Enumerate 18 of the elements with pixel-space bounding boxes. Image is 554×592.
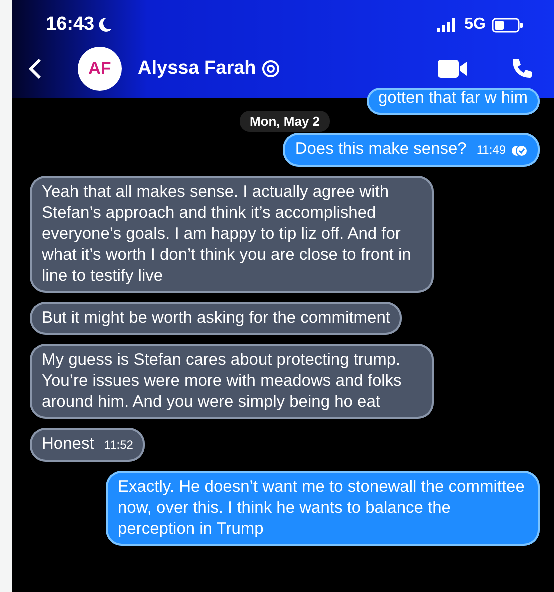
contact-name[interactable]: Alyssa Farah (138, 58, 256, 80)
message-bubble: Does this make sense? 11:49 (283, 133, 540, 167)
message-bubble: But it might be worth asking for the commitment (30, 302, 402, 335)
date-label: Mon, May 2 (240, 111, 330, 132)
avatar[interactable]: AF (78, 47, 122, 91)
back-button[interactable] (28, 58, 42, 80)
message-bubble: Yeah that all makes sense. I actually agree with Stefan’s approach and think it’s accomplished everyone’s goals. I am happy to tip liz off. And for what it’s worth I don’t think you are close to front in line to testify live (30, 176, 434, 293)
battery-icon (492, 18, 524, 32)
video-call-button[interactable] (438, 59, 468, 79)
message-bubble: Honest 11:52 (30, 428, 146, 462)
circle-icon (262, 60, 280, 78)
moon-icon (98, 17, 113, 33)
message-bubble: gotten that far w him (366, 88, 540, 115)
phone-call-button[interactable] (510, 57, 534, 81)
message-bubble: My guess is Stefan cares about protecting trump. You’re issues were more with meadows and folks around him. And you were simply being ho eat (30, 344, 434, 419)
message-bubble: Exactly. He doesn’t want me to stonewall the committee now, over this. I think he wants to balance the perception in Trump (106, 471, 540, 546)
status-time: 16:43 (46, 14, 95, 36)
network-label: 5G (464, 16, 486, 34)
